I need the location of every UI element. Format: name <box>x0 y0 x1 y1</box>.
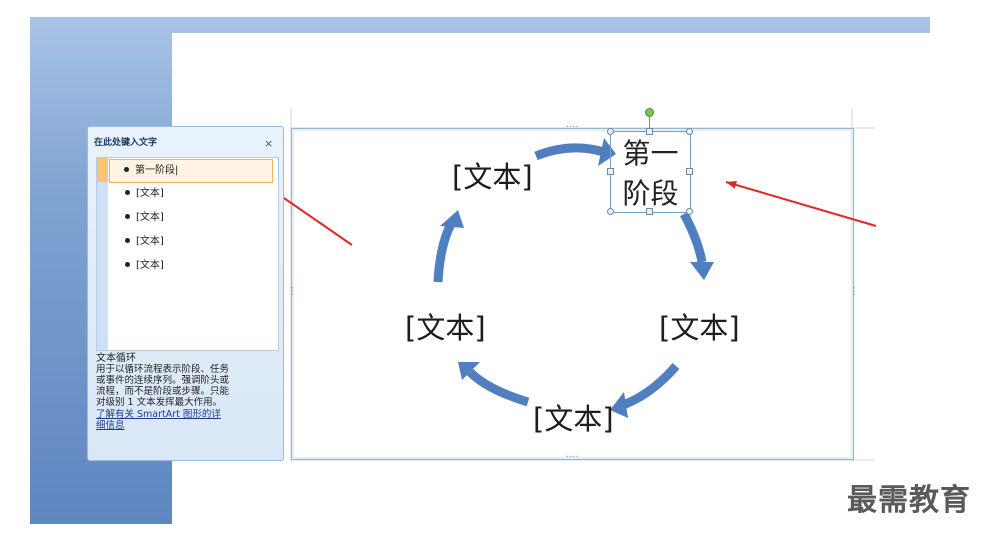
layout-description-line: 用于以循环流程表示阶段、任务 <box>96 364 230 375</box>
selected-node-line-2: 阶段 <box>622 177 679 210</box>
layout-description-line: 对级别 1 文本发挥最大作用。 <box>96 397 223 408</box>
selected-node-stage-one[interactable]: 第一 阶段 <box>610 131 691 213</box>
bullet-icon <box>125 238 130 243</box>
bullet-icon <box>125 262 130 267</box>
bullet-icon <box>125 190 130 195</box>
list-item-text: 第一阶段 <box>135 165 175 176</box>
resize-handle-s[interactable] <box>646 208 653 215</box>
annotation-arrow-right-head <box>726 180 737 189</box>
layout-description: 文本循环 用于以循环流程表示阶段、任务 或事件的连续序列。强调阶头或 流程，而不… <box>96 353 277 453</box>
node-top-left[interactable]: [文本] <box>452 154 533 196</box>
layout-description-title: 文本循环 <box>96 353 136 364</box>
bullet-icon <box>125 214 130 219</box>
learn-more-link-line[interactable]: 细信息 <box>96 420 277 431</box>
bullet-icon <box>124 167 129 172</box>
cycle-arrow-left-head <box>440 210 464 228</box>
resize-handle-se[interactable] <box>686 208 693 215</box>
cycle-arrow-right-head <box>690 262 714 280</box>
list-item-text: [文本] <box>136 188 164 199</box>
resize-handle-e[interactable] <box>686 168 693 175</box>
layout-description-line: 流程，而不是阶段或步骤。只能 <box>96 386 230 397</box>
node-left[interactable]: [文本] <box>405 305 486 347</box>
cycle-arrow-top <box>534 143 606 161</box>
selected-node-line-1: 第一 <box>622 137 679 170</box>
resize-handle-nw[interactable] <box>607 128 614 135</box>
list-item-text: [文本] <box>136 260 164 271</box>
list-item[interactable]: [文本] <box>111 255 271 277</box>
learn-more-link[interactable]: 了解有关 SmartArt 图形的详 细信息 <box>96 409 277 431</box>
text-pane-list[interactable]: 第一阶段| [文本] [文本] [文本] [文本] <box>96 157 279 351</box>
cycle-arrow-bottom-left <box>466 368 530 407</box>
list-item-text: [文本] <box>136 212 164 223</box>
text-pane-gutter <box>97 158 108 350</box>
watermark-logo: 最需教育 <box>847 483 971 518</box>
cycle-arrow-bottom-right <box>618 363 680 411</box>
text-pane-title: 在此处键入文字 <box>94 138 158 148</box>
resize-handle-n[interactable] <box>646 128 653 135</box>
list-item[interactable]: [文本] <box>111 183 271 205</box>
list-item[interactable]: 第一阶段| <box>109 159 273 183</box>
layout-description-line: 或事件的连续序列。强调阶头或 <box>96 375 230 386</box>
learn-more-link-line[interactable]: 了解有关 SmartArt 图形的详 <box>96 409 277 420</box>
text-pane: 在此处键入文字 × 第一阶段| [文本] [文本] [文本] [文本] 文本循环… <box>87 126 284 461</box>
list-item-text: [文本] <box>136 236 164 247</box>
node-bottom[interactable]: [文本] <box>533 396 614 438</box>
rotation-handle[interactable] <box>645 108 654 117</box>
cycle-arrow-right <box>680 211 707 263</box>
cycle-arrow-left <box>433 219 457 283</box>
annotation-arrow-right <box>725 181 877 227</box>
resize-handle-ne[interactable] <box>686 128 693 135</box>
list-item[interactable]: [文本] <box>111 231 271 253</box>
resize-handle-sw[interactable] <box>607 208 614 215</box>
node-right[interactable]: [文本] <box>659 305 740 347</box>
resize-handle-w[interactable] <box>607 168 614 175</box>
close-icon[interactable]: × <box>264 137 273 150</box>
list-item[interactable]: [文本] <box>111 207 271 229</box>
